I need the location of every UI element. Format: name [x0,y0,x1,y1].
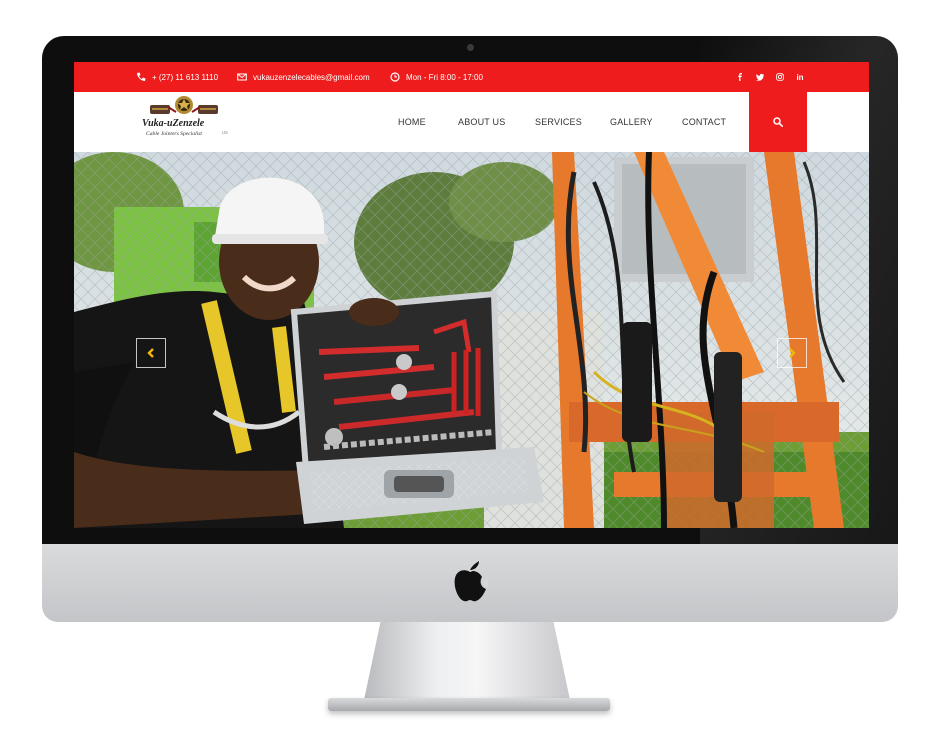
twitter-icon[interactable] [753,62,767,92]
monitor-stand-neck [364,622,570,700]
facebook-icon[interactable] [733,62,747,92]
chevron-right-icon [789,348,796,358]
instagram-icon[interactable] [773,62,787,92]
slider-prev-button[interactable] [136,338,166,368]
email-address: vukauzenzelecables@gmail.com [253,72,370,82]
clock-icon [390,72,400,82]
search-button[interactable] [749,92,807,152]
phone-number: + (27) 11 613 1110 [152,72,219,82]
svg-text:LTD: LTD [222,131,228,135]
phone-contact[interactable]: + (27) 11 613 1110 [136,62,218,92]
email-contact[interactable]: vukauzenzelecables@gmail.com [237,62,370,92]
nav-services[interactable]: SERVICES [535,92,582,152]
nav-gallery[interactable]: GALLERY [610,92,653,152]
phone-icon [137,72,146,81]
monitor-stand-foot [328,698,610,711]
company-logo[interactable]: Vuka-uZenzele Cable Jointers Specialist … [138,95,230,139]
website-screen: + (27) 11 613 1110 vukauzenzelecables@gm… [74,62,869,528]
svg-text:Cable Jointers Specialist: Cable Jointers Specialist [146,131,202,137]
apple-logo-icon [454,561,488,602]
nav-about-us[interactable]: ABOUT US [458,92,505,152]
chevron-left-icon [147,348,154,358]
office-hours-text: Mon - Fri 8:00 - 17:00 [406,72,483,82]
camera-icon [467,44,474,51]
svg-text:Vuka-uZenzele: Vuka-uZenzele [142,118,205,129]
slider-next-button[interactable] [777,338,807,368]
search-icon [773,117,783,127]
linkedin-icon[interactable]: in [793,62,807,92]
office-hours: Mon - Fri 8:00 - 17:00 [390,62,483,92]
main-navbar: Vuka-uZenzele Cable Jointers Specialist … [74,92,869,152]
nav-home[interactable]: HOME [398,92,426,152]
hero-slider [74,152,869,528]
top-info-bar: + (27) 11 613 1110 vukauzenzelecables@gm… [74,62,869,92]
nav-contact[interactable]: CONTACT [682,92,726,152]
hero-image [74,152,869,528]
envelope-icon [237,73,247,81]
